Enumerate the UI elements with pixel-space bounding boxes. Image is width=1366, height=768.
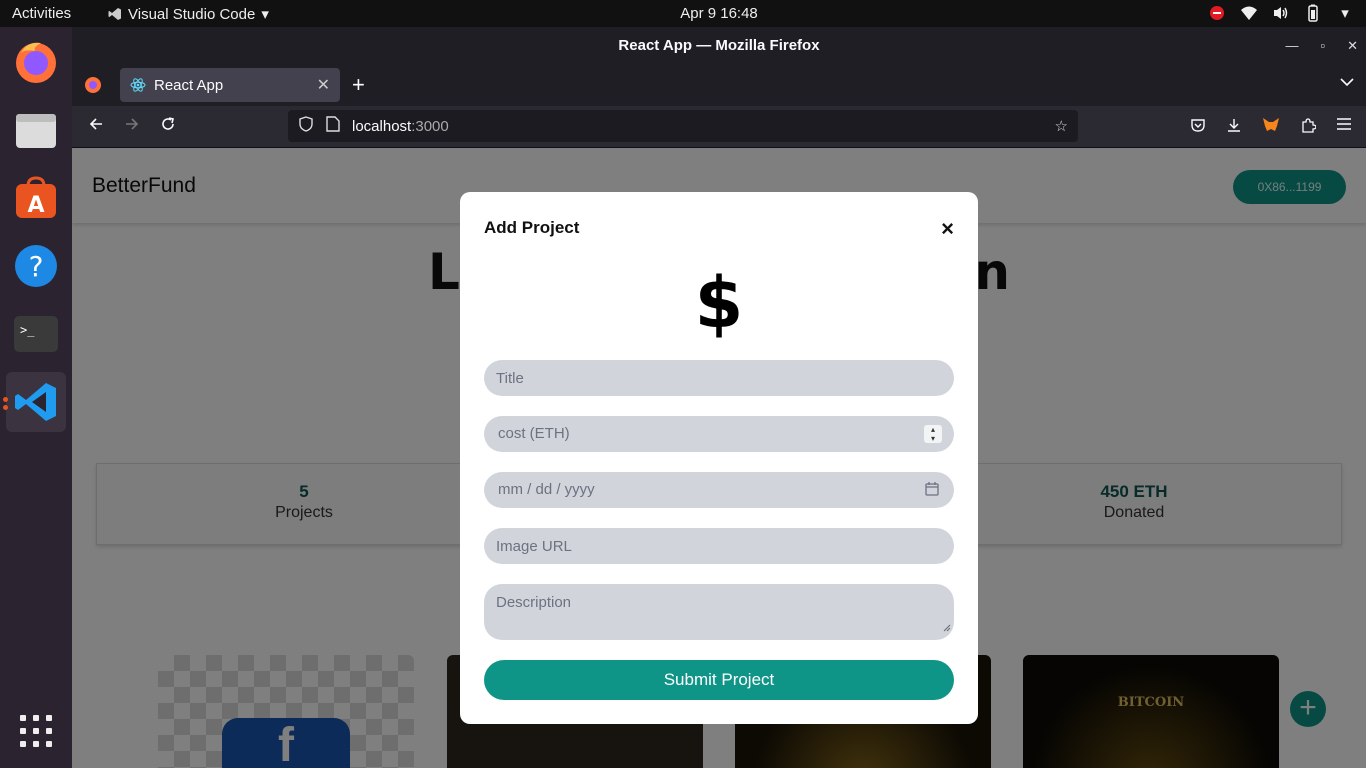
dock-help[interactable]: ? — [6, 236, 66, 296]
image-url-input[interactable] — [484, 528, 954, 564]
add-project-modal: Add Project × $ cost (ETH) ▴▾ mm / dd / … — [460, 192, 978, 724]
reload-icon[interactable] — [160, 116, 176, 137]
pocket-icon[interactable] — [1190, 117, 1206, 138]
terminal-icon: >_ — [14, 316, 58, 352]
svg-text:A: A — [27, 193, 44, 218]
description-placeholder: Description — [496, 594, 572, 611]
url-bar[interactable]: localhost:3000 ☆ — [288, 110, 1078, 142]
modal-title: Add Project — [484, 218, 580, 237]
number-spinner-icon[interactable]: ▴ ▾ — [924, 425, 942, 443]
volume-icon[interactable] — [1272, 4, 1290, 22]
vscode-icon — [15, 383, 56, 421]
close-tab-icon[interactable]: ✕ — [317, 75, 330, 95]
do-not-disturb-icon[interactable] — [1208, 4, 1226, 22]
page-icon[interactable] — [326, 116, 340, 136]
firefox-window: React App — Mozilla Firefox — ▫ ✕ React … — [72, 27, 1366, 768]
dock-firefox[interactable] — [6, 32, 66, 92]
help-icon: ? — [15, 245, 57, 287]
svg-text:?: ? — [29, 250, 44, 283]
url-host: localhost — [352, 117, 412, 135]
app-center-icon: A — [16, 176, 56, 218]
dock-vscode[interactable] — [6, 372, 66, 432]
firefox-icon — [16, 42, 56, 83]
dock: A ? >_ — [0, 27, 72, 768]
navigation-bar: localhost:3000 ☆ — [72, 106, 1366, 148]
dollar-icon: $ — [694, 262, 744, 344]
files-icon — [16, 114, 56, 148]
back-icon[interactable] — [88, 116, 104, 137]
tab-label: React App — [154, 76, 224, 94]
close-icon[interactable]: × — [941, 216, 954, 242]
window-title: React App — Mozilla Firefox — [618, 37, 820, 54]
extensions-icon[interactable] — [1300, 117, 1317, 138]
system-tray[interactable]: ▾ — [1208, 4, 1354, 22]
running-indicator — [3, 405, 8, 410]
tab-react-app[interactable]: React App ✕ — [120, 68, 340, 102]
submit-project-button[interactable]: Submit Project — [484, 660, 954, 700]
cost-placeholder: cost (ETH) — [498, 425, 570, 442]
url-port: :3000 — [411, 117, 449, 135]
dock-terminal[interactable]: >_ — [6, 304, 66, 364]
page-viewport: BetterFund 0X86...1199 Lendation 5 Proje… — [72, 148, 1366, 768]
power-menu-chevron-icon[interactable]: ▾ — [1336, 4, 1354, 22]
app-menu-icon[interactable] — [1336, 117, 1352, 138]
forward-icon[interactable] — [124, 116, 140, 137]
downloads-icon[interactable] — [1226, 117, 1242, 138]
description-textarea[interactable]: Description — [484, 584, 954, 640]
system-top-bar: Activities Visual Studio Code ▾ Apr 9 16… — [0, 0, 1366, 27]
svg-text:>_: >_ — [20, 323, 35, 337]
app-grid-icon — [20, 715, 52, 747]
react-icon — [130, 78, 146, 92]
clock[interactable]: Apr 9 16:48 — [0, 5, 1366, 22]
cost-input[interactable]: cost (ETH) ▴ ▾ — [484, 416, 954, 452]
bookmark-star-icon[interactable]: ☆ — [1055, 117, 1068, 135]
new-tab-icon[interactable]: + — [352, 72, 365, 98]
dock-app-center[interactable]: A — [6, 168, 66, 228]
list-tabs-icon[interactable] — [1340, 74, 1354, 92]
title-input[interactable] — [484, 360, 954, 396]
minimize-icon[interactable]: — — [1285, 27, 1298, 64]
date-placeholder: mm / dd / yyyy — [498, 481, 595, 498]
firefox-view-icon[interactable] — [84, 76, 102, 99]
dock-files[interactable] — [6, 100, 66, 160]
wifi-icon[interactable] — [1240, 4, 1258, 22]
dock-show-apps[interactable] — [6, 701, 66, 761]
metamask-icon[interactable] — [1262, 117, 1280, 138]
running-indicator — [3, 397, 8, 402]
battery-icon[interactable] — [1304, 4, 1322, 22]
calendar-icon[interactable] — [924, 481, 940, 502]
date-input[interactable]: mm / dd / yyyy — [484, 472, 954, 508]
maximize-icon[interactable]: ▫ — [1320, 27, 1325, 64]
window-titlebar[interactable]: React App — Mozilla Firefox — ▫ ✕ — [72, 27, 1366, 64]
tracking-protection-icon[interactable] — [298, 116, 314, 136]
resize-grip-icon[interactable] — [941, 619, 951, 637]
tab-bar: React App ✕ + — [72, 64, 1366, 106]
close-window-icon[interactable]: ✕ — [1347, 27, 1358, 64]
